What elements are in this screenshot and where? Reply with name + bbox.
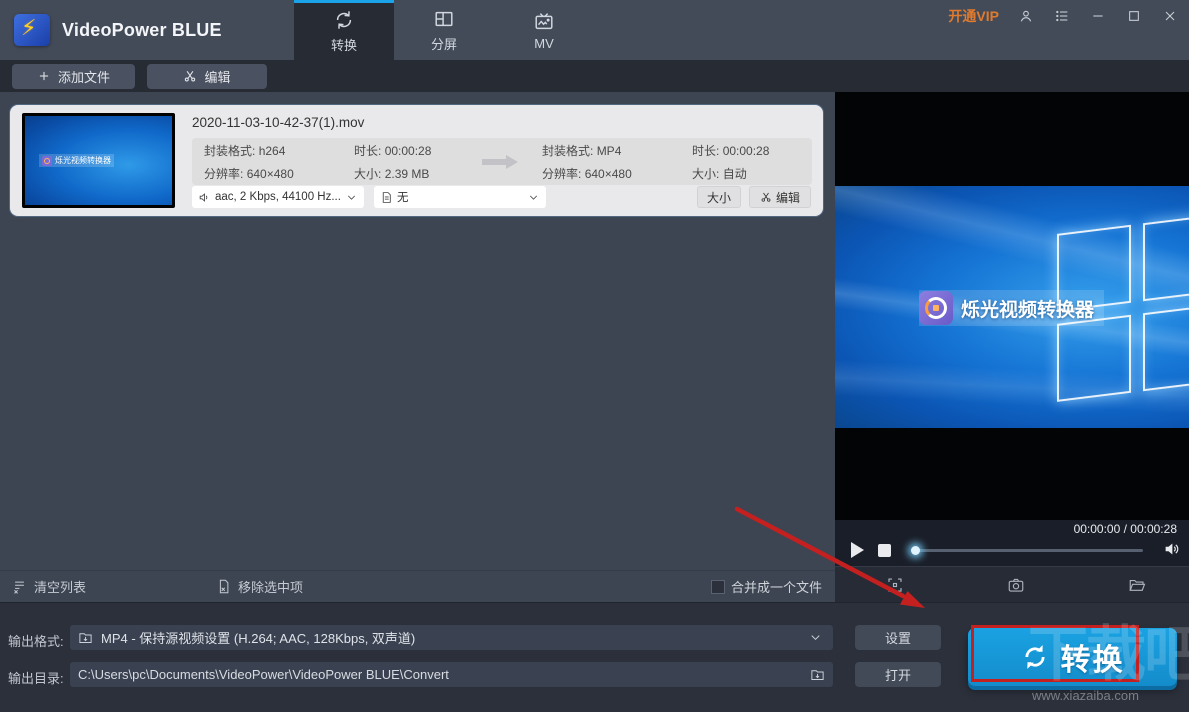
output-format-select[interactable]: MP4 - 保持源视频设置 (H.264; AAC, 128Kbps, 双声道) [70, 625, 833, 650]
title-bar: ⚡ VideoPower BLUE 转换 分屏 MV 开通VIP [0, 0, 1189, 60]
convert-label: 转换 [1060, 644, 1125, 677]
merge-checkbox[interactable] [710, 579, 725, 594]
file-options-row: aac, 2 Kbps, 44100 Hz... 无 大小 编辑 [192, 186, 811, 208]
plus-icon [39, 71, 49, 81]
size-button[interactable]: 大小 [697, 186, 741, 208]
tab-label: MV [534, 35, 554, 51]
speaker-icon [199, 192, 208, 202]
add-file-label: 添加文件 [57, 69, 110, 85]
app-title: VideoPower BLUE [62, 19, 222, 40]
convert-direction-arrow-icon [482, 154, 518, 169]
output-panel: 输出格式: MP4 - 保持源视频设置 (H.264; AAC, 128Kbps… [0, 602, 1189, 712]
stop-button[interactable] [878, 544, 891, 557]
video-overlay-text: 烁光视频转换器 [961, 299, 1095, 321]
subtitle-file-icon [382, 191, 391, 203]
list-actions-bar: 清空列表 移除选中项 合并成一个文件 [0, 570, 835, 602]
tab-mv[interactable]: MV [494, 0, 594, 60]
browse-folder-icon[interactable] [810, 667, 825, 682]
file-item[interactable]: 烁光视频转换器 2020-11-03-10-42-37(1).mov 封装格式:… [10, 105, 823, 216]
output-dir-label: 输出目录: [8, 671, 64, 686]
remove-file-icon [219, 579, 229, 594]
remove-selected-label: 移除选中项 [238, 580, 304, 595]
source-info: 封装格式: h264 时长: 00:00:28 分辨率: 640×480 大小:… [204, 143, 432, 181]
file-info-box: 封装格式: h264 时长: 00:00:28 分辨率: 640×480 大小:… [192, 138, 812, 185]
size-button-label: 大小 [706, 190, 731, 205]
clear-list-label: 清空列表 [34, 580, 87, 595]
converter-app-icon [42, 155, 52, 166]
edit-file-label: 编辑 [775, 190, 800, 205]
thumbnail-overlay: 烁光视频转换器 [39, 154, 114, 167]
thumbnail-overlay-text: 烁光视频转换器 [55, 156, 111, 165]
maximize-button[interactable] [1125, 7, 1143, 25]
open-button[interactable]: 打开 [855, 662, 941, 687]
edit-button[interactable]: 编辑 [147, 63, 267, 89]
minimize-button[interactable] [1089, 7, 1107, 25]
video-thumbnail: 烁光视频转换器 [22, 113, 175, 208]
seek-slider[interactable] [911, 546, 1143, 555]
preview-panel: 烁光视频转换器 00:00:00 / 00:00:28 [835, 92, 1189, 602]
format-folder-icon [79, 633, 92, 643]
app-logo-icon: ⚡ [14, 14, 50, 46]
seek-thumb[interactable] [911, 546, 920, 555]
clear-list-button[interactable]: 清空列表 [12, 577, 86, 596]
menu-icon[interactable] [1053, 7, 1071, 25]
close-button[interactable] [1161, 7, 1179, 25]
target-info: 封装格式: MP4 时长: 00:00:28 分辨率: 640×480 大小: … [542, 143, 770, 181]
app-window: ⚡ VideoPower BLUE 转换 分屏 MV 开通VIP 添加文件 编辑… [0, 0, 1189, 712]
account-icon[interactable] [1017, 7, 1035, 25]
snapshot-bar [835, 566, 1189, 602]
video-overlay-badge: 烁光视频转换器 [919, 290, 1105, 326]
edit-file-button[interactable]: 编辑 [749, 186, 811, 208]
edit-label: 编辑 [204, 69, 231, 85]
add-file-button[interactable]: 添加文件 [12, 63, 135, 89]
chevron-down-icon [811, 635, 820, 641]
merge-label: 合并成一个文件 [730, 580, 822, 595]
output-dir-input[interactable] [70, 667, 810, 682]
tab-split-screen[interactable]: 分屏 [394, 0, 494, 60]
video-frame: 烁光视频转换器 [835, 186, 1189, 428]
play-button[interactable] [851, 542, 864, 558]
file-list: 烁光视频转换器 2020-11-03-10-42-37(1).mov 封装格式:… [0, 92, 835, 602]
open-snapshot-folder-button[interactable] [1128, 576, 1146, 599]
video-screen[interactable]: 烁光视频转换器 [835, 92, 1189, 520]
playback-time: 00:00:00 / 00:00:28 [1073, 522, 1177, 536]
fullscreen-crop-button[interactable] [886, 576, 904, 599]
split-screen-icon [435, 11, 453, 26]
merge-option: 合并成一个文件 [710, 577, 822, 596]
convert-refresh-icon [1024, 645, 1045, 669]
file-name: 2020-11-03-10-42-37(1).mov [192, 115, 365, 130]
snapshot-camera-button[interactable] [1007, 576, 1025, 599]
converter-app-icon [919, 291, 953, 325]
player-bar: 00:00:00 / 00:00:28 [835, 520, 1189, 566]
output-format-value: MP4 - 保持源视频设置 (H.264; AAC, 128Kbps, 双声道) [101, 631, 416, 646]
remove-selected-button[interactable]: 移除选中项 [216, 577, 303, 596]
convert-button[interactable]: 转换 [968, 628, 1177, 686]
tab-label: 转换 [330, 38, 357, 53]
main-tabs: 转换 分屏 MV [294, 0, 594, 60]
file-toolbar: 添加文件 编辑 [0, 60, 1189, 92]
settings-button[interactable]: 设置 [855, 625, 941, 650]
vip-link[interactable]: 开通VIP [948, 6, 999, 26]
settings-label: 设置 [884, 631, 911, 646]
open-label: 打开 [884, 668, 911, 683]
output-format-label: 输出格式: [8, 634, 64, 649]
volume-button[interactable] [1163, 540, 1181, 563]
scissors-icon [761, 192, 771, 202]
titlebar-controls: 开通VIP [948, 0, 1179, 32]
output-dir-field [70, 662, 833, 687]
chevron-down-icon [529, 195, 538, 200]
subtitle-select[interactable]: 无 [374, 186, 546, 208]
chevron-down-icon [347, 195, 356, 200]
clear-list-icon [14, 581, 24, 594]
tab-convert[interactable]: 转换 [294, 0, 394, 60]
scissors-icon [185, 71, 196, 82]
subtitle-value: 无 [397, 192, 409, 204]
refresh-icon [336, 11, 352, 29]
audio-track-select[interactable]: aac, 2 Kbps, 44100 Hz... [192, 186, 364, 208]
tab-label: 分屏 [430, 36, 457, 52]
tv-icon [535, 12, 553, 29]
audio-track-value: aac, 2 Kbps, 44100 Hz... [215, 191, 341, 203]
